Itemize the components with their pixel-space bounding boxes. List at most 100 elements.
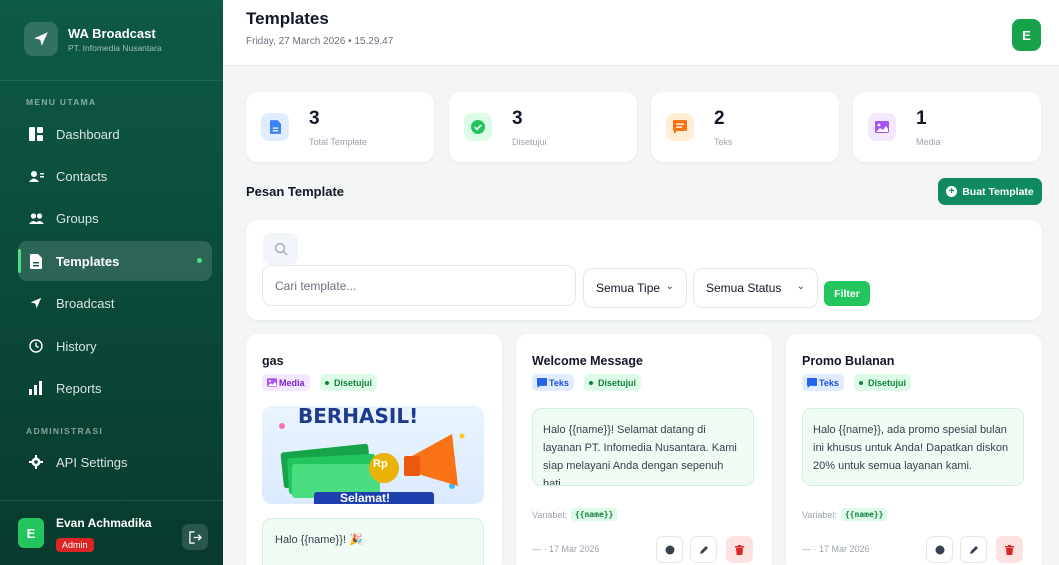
- logout-icon: [188, 530, 202, 544]
- status-select[interactable]: Semua Status ⌄: [693, 268, 818, 308]
- templates-icon: [28, 253, 44, 269]
- template-name: Promo Bulanan: [802, 354, 895, 368]
- pencil-icon: [699, 545, 708, 554]
- sidebar-item-broadcast[interactable]: Broadcast: [18, 283, 212, 323]
- search-icon: [263, 233, 298, 265]
- edit-button[interactable]: [960, 536, 987, 563]
- media-headline: BERHASIL!: [298, 406, 419, 428]
- trash-icon: [1005, 544, 1014, 555]
- badge-label: Teks: [549, 377, 569, 388]
- variables-label: Variabel:: [802, 509, 837, 520]
- template-card: gas Media Disetujui BERHASIL! Rp Selamat…: [246, 334, 502, 565]
- sidebar-item-label: Groups: [56, 210, 99, 226]
- message-icon: [807, 377, 817, 388]
- search-input[interactable]: [262, 265, 576, 306]
- select-value: Semua Status: [706, 281, 782, 295]
- image-icon: [267, 378, 277, 387]
- reports-icon: [28, 380, 44, 396]
- section-label-main: MENU UTAMA: [26, 97, 97, 107]
- role-badge: Admin: [56, 538, 94, 552]
- status-badge: Disetujui: [854, 374, 912, 391]
- type-badge: Media: [262, 374, 310, 391]
- filter-button[interactable]: Filter: [824, 281, 870, 306]
- eye-icon: [935, 545, 944, 554]
- status-badge: Disetujui: [320, 374, 378, 391]
- trash-icon: [735, 544, 744, 555]
- sidebar-item-reports[interactable]: Reports: [18, 368, 212, 408]
- sidebar-item-history[interactable]: History: [18, 326, 212, 366]
- groups-icon: [28, 210, 44, 226]
- sidebar-item-contacts[interactable]: Contacts: [18, 156, 212, 196]
- stat-value: 3: [512, 108, 523, 129]
- type-badge: Teks: [532, 374, 574, 391]
- sidebar-item-label: Contacts: [56, 168, 108, 184]
- variable-chip: {{name}}: [840, 508, 888, 521]
- sidebar: WA Broadcast PT. Infomedia Nusantara MEN…: [0, 0, 223, 565]
- brand-subtitle: PT. Infomedia Nusantara: [68, 42, 162, 53]
- topbar: Templates Friday, 27 March 2026 • 15.29.…: [223, 0, 1059, 66]
- badge-label: Disetujui: [868, 377, 907, 388]
- image-icon: [868, 113, 896, 141]
- select-value: Semua Tipe: [596, 281, 661, 295]
- badge-label: Teks: [819, 377, 839, 388]
- message-icon: [666, 113, 694, 141]
- sidebar-item-templates[interactable]: Templates: [18, 241, 212, 281]
- preview-button[interactable]: [656, 536, 683, 563]
- delete-button[interactable]: [726, 536, 753, 563]
- pencil-icon: [969, 545, 978, 554]
- media-preview: BERHASIL! Rp Selamat!: [262, 406, 484, 504]
- plus-icon: +: [946, 186, 958, 197]
- sidebar-item-label: History: [56, 338, 97, 354]
- sidebar-item-groups[interactable]: Groups: [18, 198, 212, 238]
- status-dot: [325, 380, 329, 385]
- type-select[interactable]: Semua Tipe ⌄: [583, 268, 687, 308]
- badge-label: Media: [279, 377, 305, 388]
- section-title: Pesan Template: [246, 184, 345, 199]
- logout-button[interactable]: [182, 524, 208, 550]
- delete-button[interactable]: [996, 536, 1023, 563]
- variable-chip: {{name}}: [570, 508, 618, 521]
- stat-value: 3: [309, 108, 320, 129]
- variables-row: Variabel: {{name}}: [802, 508, 888, 521]
- template-card: Promo Bulanan Teks Disetujui Halo {{name…: [786, 334, 1042, 565]
- edit-button[interactable]: [690, 536, 717, 563]
- status-dot: [859, 380, 863, 385]
- stat-label: Media: [916, 137, 941, 147]
- stat-label: Teks: [714, 137, 733, 147]
- template-card: Welcome Message Teks Disetujui Halo {{na…: [516, 334, 772, 565]
- send-icon: [28, 295, 44, 311]
- stat-card-total: 3 Total Template: [246, 92, 434, 162]
- message-icon: [537, 377, 547, 388]
- sidebar-item-label: Broadcast: [56, 295, 115, 311]
- sidebar-item-api-settings[interactable]: API Settings: [18, 442, 212, 482]
- sidebar-item-label: Dashboard: [56, 126, 120, 142]
- stat-card-text: 2 Teks: [651, 92, 839, 162]
- media-footer-text: Selamat!: [340, 491, 391, 504]
- page-date: Friday, 27 March 2026 • 15.29.47: [246, 36, 394, 47]
- badge-label: Disetujui: [598, 377, 637, 388]
- message-preview: Halo {{name}}! 🎉: [262, 518, 484, 565]
- sidebar-item-label: Reports: [56, 380, 102, 396]
- button-label: Buat Template: [962, 185, 1034, 198]
- type-badge: Teks: [802, 374, 844, 391]
- badge-label: Disetujui: [334, 377, 373, 388]
- template-name: Welcome Message: [532, 354, 643, 368]
- status-dot: [589, 380, 593, 385]
- avatar: E: [18, 518, 44, 548]
- preview-button[interactable]: [926, 536, 953, 563]
- template-date: — · 17 Mar 2026: [802, 544, 870, 554]
- avatar[interactable]: E: [1012, 19, 1041, 51]
- stat-card-media: 1 Media: [853, 92, 1041, 162]
- sidebar-item-dashboard[interactable]: Dashboard: [18, 114, 212, 154]
- template-name: gas: [262, 354, 284, 368]
- stat-label: Total Template: [309, 137, 367, 147]
- stat-value: 1: [916, 108, 927, 129]
- gear-icon: [28, 454, 44, 470]
- active-indicator: [197, 258, 202, 263]
- page-title: Templates: [246, 9, 329, 28]
- user-name: Evan Achmadika: [56, 516, 152, 530]
- chevron-down-icon: ⌄: [796, 281, 805, 292]
- document-icon: [261, 113, 289, 141]
- variables-row: Variabel: {{name}}: [532, 508, 618, 521]
- create-template-button[interactable]: + Buat Template: [938, 178, 1042, 205]
